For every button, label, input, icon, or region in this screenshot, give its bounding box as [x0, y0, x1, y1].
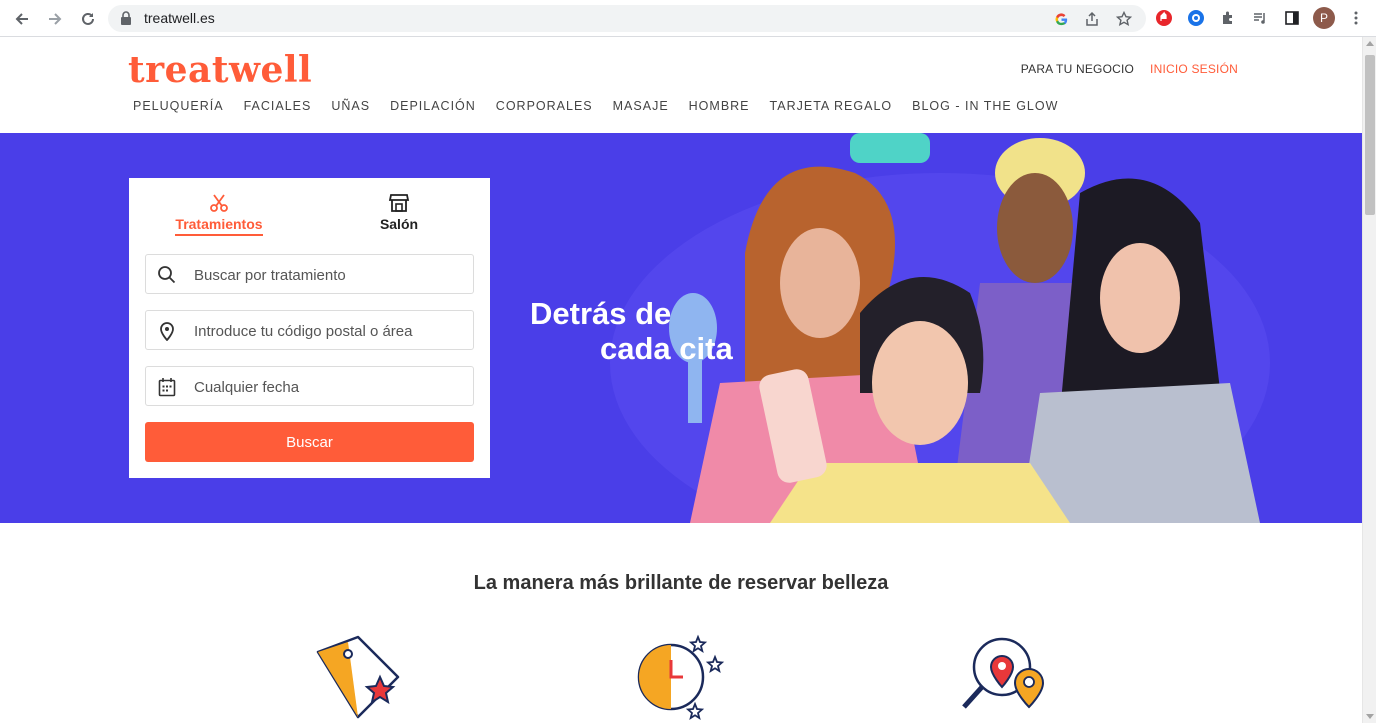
- clock-stars-icon: [633, 632, 733, 722]
- tab-salon-label: Salón: [379, 216, 419, 232]
- forward-icon[interactable]: [43, 7, 67, 31]
- tab-tratamientos-label: Tratamientos: [175, 216, 263, 236]
- treatment-field[interactable]: [145, 254, 474, 294]
- location-search-icon: [957, 632, 1057, 722]
- search-card: Tratamientos Salón Buscar por tratamient…: [129, 178, 490, 478]
- tagline-line-2: cada cita: [600, 331, 733, 366]
- nav-item-peluqueria[interactable]: PELUQUERÍA: [133, 99, 224, 113]
- media-queue-icon[interactable]: [1250, 8, 1270, 28]
- scissors-icon: [159, 192, 279, 216]
- browser-chrome: treatwell.es P: [0, 0, 1376, 37]
- hero-tagline: Detrás de cada cita: [530, 296, 733, 366]
- url-text: treatwell.es: [144, 10, 215, 26]
- search-icon: [156, 264, 178, 286]
- reload-icon[interactable]: [76, 7, 100, 31]
- price-tag-star-icon: [308, 632, 408, 722]
- back-icon[interactable]: [10, 7, 34, 31]
- adblock-icon[interactable]: [1154, 8, 1174, 28]
- scroll-up-icon[interactable]: [1366, 41, 1374, 46]
- scroll-down-icon[interactable]: [1366, 714, 1374, 719]
- nav-item-corporales[interactable]: CORPORALES: [496, 99, 593, 113]
- more-menu-icon[interactable]: [1346, 8, 1366, 28]
- nav-item-unas[interactable]: UÑAS: [331, 99, 370, 113]
- date-field[interactable]: [145, 366, 474, 406]
- tab-salon[interactable]: Salón: [339, 192, 459, 232]
- store-icon: [339, 192, 459, 216]
- nav-item-masaje[interactable]: MASAJE: [613, 99, 669, 113]
- calendar-icon: [156, 376, 178, 398]
- tagline-line-1: Detrás de: [530, 296, 672, 331]
- google-icon[interactable]: [1052, 10, 1070, 28]
- hero-banner: Detrás de cada cita Tratamientos Salón B…: [0, 133, 1362, 523]
- extensions-puzzle-icon[interactable]: [1218, 8, 1238, 28]
- extension-circle-icon[interactable]: [1186, 8, 1206, 28]
- date-input[interactable]: [194, 376, 434, 398]
- lock-icon: [120, 11, 132, 30]
- bookmark-star-icon[interactable]: [1115, 10, 1133, 28]
- page: treatwell PARA TU NEGOCIO INICIO SESIÓN …: [0, 37, 1362, 723]
- search-button[interactable]: Buscar: [145, 422, 474, 462]
- location-input[interactable]: [194, 320, 434, 342]
- treatment-input[interactable]: [194, 264, 434, 286]
- location-pin-icon: [156, 320, 178, 342]
- side-panel-icon[interactable]: [1282, 8, 1302, 28]
- location-field[interactable]: [145, 310, 474, 350]
- business-link[interactable]: PARA TU NEGOCIO: [1021, 62, 1134, 76]
- address-bar[interactable]: treatwell.es: [108, 5, 1146, 32]
- nav-item-depilacion[interactable]: DEPILACIÓN: [390, 99, 476, 113]
- share-icon[interactable]: [1083, 10, 1101, 28]
- nav-item-blog[interactable]: BLOG - IN THE GLOW: [912, 99, 1058, 113]
- scrollbar-thumb[interactable]: [1365, 55, 1375, 215]
- nav-item-tarjeta-regalo[interactable]: TARJETA REGALO: [770, 99, 893, 113]
- treatwell-logo[interactable]: treatwell: [128, 49, 312, 91]
- profile-avatar[interactable]: P: [1313, 7, 1335, 29]
- login-link[interactable]: INICIO SESIÓN: [1150, 62, 1238, 76]
- page-scrollbar[interactable]: [1362, 37, 1376, 723]
- nav-item-faciales[interactable]: FACIALES: [244, 99, 312, 113]
- main-nav: PELUQUERÍA FACIALES UÑAS DEPILACIÓN CORP…: [133, 99, 1058, 113]
- header-links: PARA TU NEGOCIO INICIO SESIÓN: [1021, 62, 1238, 76]
- nav-item-hombre[interactable]: HOMBRE: [689, 99, 750, 113]
- section-title: La manera más brillante de reservar bell…: [473, 572, 889, 594]
- tab-tratamientos[interactable]: Tratamientos: [159, 192, 279, 236]
